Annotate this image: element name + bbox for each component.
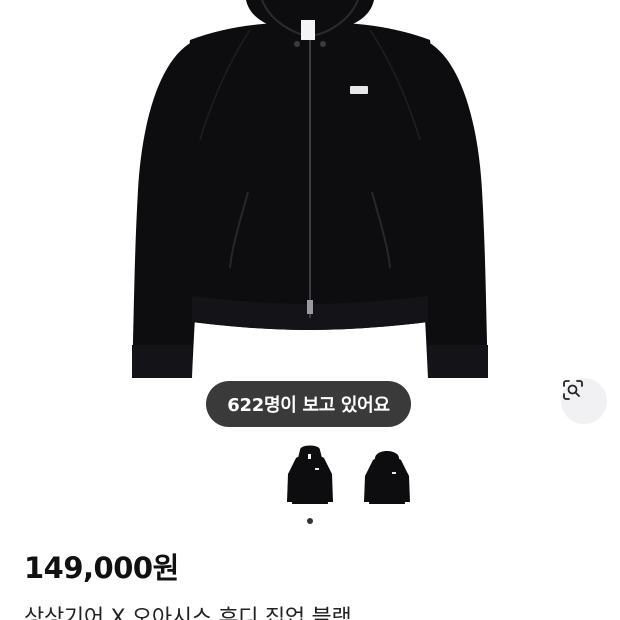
lens-search-icon [563,380,583,400]
thumbnail-back[interactable] [361,444,413,510]
hoodie-illustration [132,0,488,378]
image-thumbnail-strip [0,440,620,524]
image-search-button[interactable] [561,378,607,424]
carousel-indicator-dot[interactable] [307,518,313,524]
thumbnail-front[interactable] [284,444,336,510]
product-detail-page: 622명이 보고 있어요 149,000원 상상기어 X 오아시스 후디 집업 … [0,0,620,620]
product-price: 149,000원 [24,551,179,585]
product-main-image[interactable]: 622명이 보고 있어요 [0,0,620,430]
product-title: 상상기어 X 오아시스 후디 집업 블랙 [24,606,352,620]
viewers-count-badge: 622명이 보고 있어요 [206,381,411,427]
